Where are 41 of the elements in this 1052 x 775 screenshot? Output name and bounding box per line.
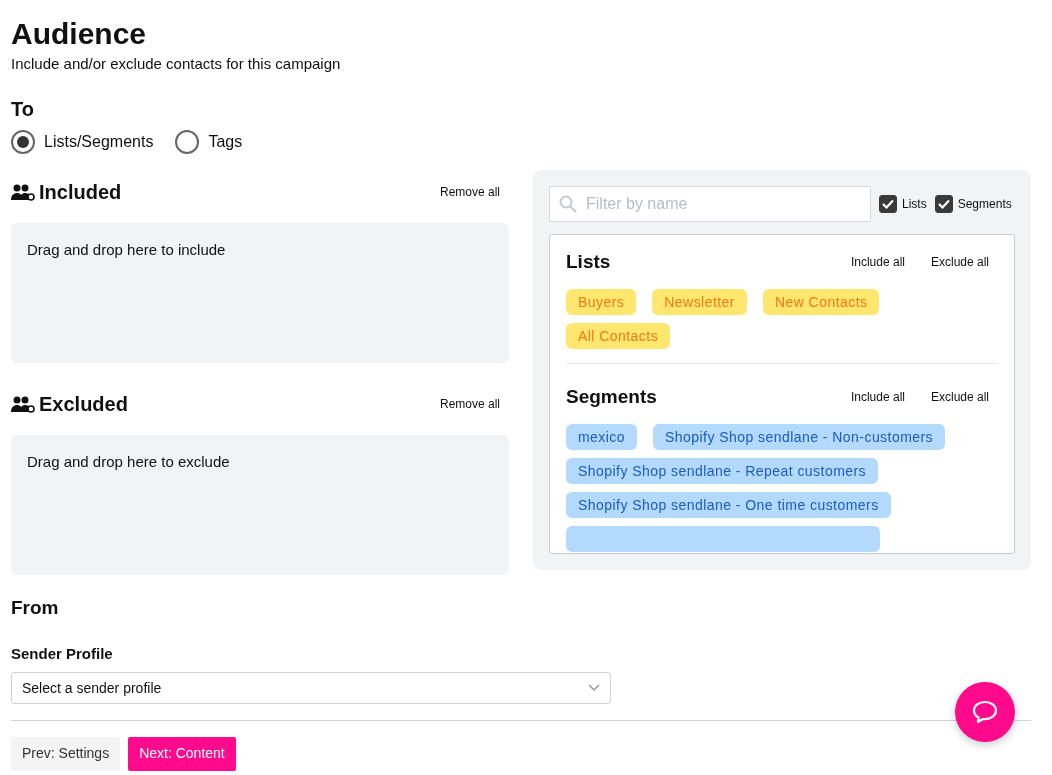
checkbox[interactable] (879, 195, 897, 213)
remove-all-button[interactable]: Remove all (439, 185, 500, 199)
segment-tag[interactable]: Shopify Shop sendlane - Repeat customers (566, 458, 879, 484)
checkbox-label[interactable]: Lists (902, 197, 927, 211)
group-title: Lists (566, 251, 611, 273)
chat-button[interactable] (955, 682, 1015, 742)
drop-hint: Drag and drop here to include (27, 241, 226, 258)
radio-label[interactable]: Tags (208, 133, 243, 151)
drop-zone[interactable]: Drag and drop here to exclude (11, 435, 509, 575)
search-field[interactable]: Filter by name (549, 186, 871, 222)
checkbox[interactable] (934, 195, 953, 213)
page-subtitle: Include and/or exclude contacts for this campaign (11, 54, 342, 74)
radio-button[interactable] (11, 130, 35, 154)
search-icon (559, 195, 577, 213)
chevron-down-icon (588, 684, 600, 692)
exclude-all-button[interactable]: Exclude all (930, 255, 989, 269)
sender-select[interactable]: Select a sender profile (11, 672, 611, 704)
chat-bubble-icon (972, 700, 998, 724)
prev-button[interactable]: Prev: Settings (11, 737, 121, 771)
segment-tag[interactable]: Shopify Shop sendlane - One time customers (566, 492, 891, 518)
next-button[interactable]: Next: Content (128, 737, 236, 771)
section-heading: From (11, 597, 60, 619)
exclude-all-button[interactable]: Exclude all (930, 390, 989, 404)
radio-label[interactable]: Lists/Segments (44, 133, 154, 151)
include-all-button[interactable]: Include all (850, 390, 905, 404)
drop-hint: Drag and drop here to exclude (27, 453, 230, 470)
drop-zone[interactable]: Drag and drop here to include (11, 223, 509, 363)
remove-all-button[interactable]: Remove all (439, 397, 500, 411)
zone-title: Included (39, 180, 122, 204)
zone-title: Excluded (39, 392, 128, 416)
field-label: Sender Profile (11, 645, 114, 662)
section-heading: To (11, 97, 35, 122)
people-icon (11, 183, 35, 201)
group-title: Segments (566, 386, 657, 408)
people-icon (11, 395, 35, 413)
segment-tag[interactable]: Shopify Shop sendlane - Non-customers (653, 424, 946, 450)
page-title: Audience (11, 16, 148, 52)
radio-button[interactable] (175, 130, 200, 154)
include-all-button[interactable]: Include all (850, 255, 905, 269)
segment-tag[interactable]: mexico (566, 424, 638, 450)
checkbox-label[interactable]: Segments (957, 197, 1012, 211)
